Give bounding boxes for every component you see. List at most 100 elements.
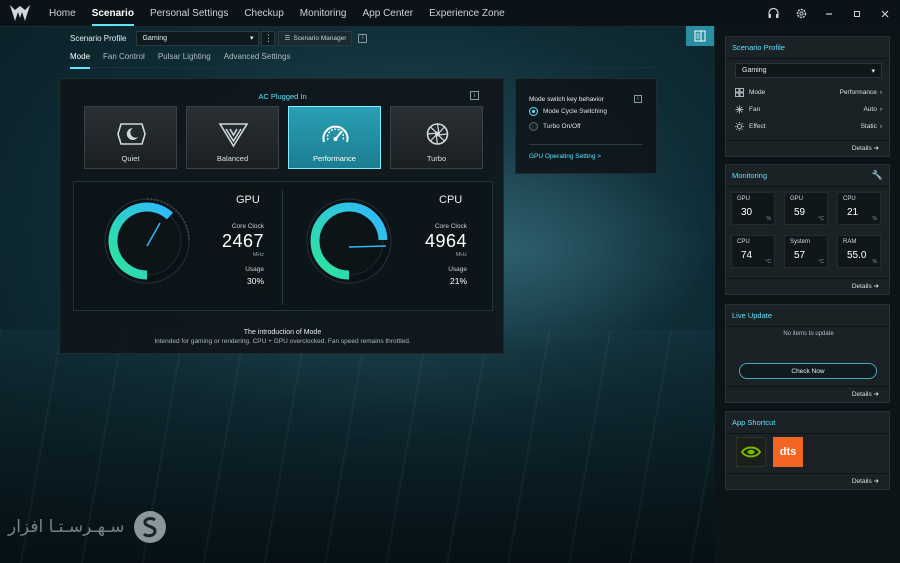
monitor-tile-gpu-usage: GPU 30 % <box>731 192 775 225</box>
nav-personal-settings[interactable]: Personal Settings <box>142 0 236 27</box>
info-icon[interactable]: i <box>358 33 368 43</box>
arrow-right-icon: ➜ <box>873 391 879 398</box>
nav-scenario[interactable]: Scenario <box>84 0 142 27</box>
radio-turbo-on-off[interactable]: Turbo On/Off <box>529 122 581 131</box>
tile-value: 74 <box>741 250 753 261</box>
nvidia-icon[interactable] <box>736 437 766 467</box>
mode-label: Balanced <box>216 154 249 163</box>
radio-label: Mode Cycle Switching <box>543 108 607 115</box>
tile-unit: °C <box>765 259 771 265</box>
arrow-right-icon: ➜ <box>873 145 879 152</box>
tile-unit: °C <box>818 259 824 265</box>
chevron-right-icon: › <box>879 88 882 96</box>
scenario-row-fan[interactable]: Fan Auto › <box>735 103 882 115</box>
info-icon[interactable]: i <box>470 91 479 100</box>
card-divider <box>726 278 889 279</box>
scenario-manager-button[interactable]: ☰ Scenario Manager <box>278 30 353 46</box>
mode-card-balanced[interactable]: Balanced <box>186 106 279 169</box>
gpu-clock-unit: MHz <box>252 252 264 258</box>
radio-mode-cycle-switching[interactable]: Mode Cycle Switching <box>529 107 607 116</box>
right-side-panel: Scenario Profile Gaming ▾ Mode Performan… <box>715 26 900 563</box>
watermark-logo-icon <box>133 511 166 543</box>
tab-fan-control[interactable]: Fan Control <box>103 52 145 68</box>
tile-unit: % <box>872 259 877 265</box>
cpu-clock-label: Core Clock <box>434 223 467 230</box>
list-icon: ☰ <box>284 35 291 42</box>
tab-mode[interactable]: Mode <box>70 52 91 69</box>
gear-icon[interactable] <box>794 7 808 21</box>
card-title: Live Update <box>732 311 773 320</box>
nav-app-center[interactable]: App Center <box>355 0 422 27</box>
monitor-tile-system-temp: System 57 °C <box>784 235 828 268</box>
panel-toggle-button[interactable] <box>686 26 714 46</box>
scenario-details-link[interactable]: Details ➜ <box>852 144 879 152</box>
chevron-down-icon: ▾ <box>249 35 254 42</box>
gauge-divider <box>282 190 283 305</box>
chevron-right-icon: › <box>879 105 882 113</box>
switch-key-title: Mode switch key behavior <box>529 96 604 103</box>
gpu-usage-label: Usage <box>245 266 264 273</box>
info-icon[interactable]: i <box>634 95 642 103</box>
more-options-icon[interactable]: ⋮ <box>261 30 276 46</box>
tile-unit: % <box>766 216 771 222</box>
mode-label: Turbo <box>426 154 447 163</box>
nav-home[interactable]: Home <box>41 0 84 27</box>
live-update-card: Live Update No items to update Check Now… <box>725 304 890 403</box>
tile-unit: °C <box>818 216 824 222</box>
scenario-profile-label: Scenario Profile <box>70 33 127 43</box>
fan-icon <box>735 105 744 113</box>
monitoring-card: Monitoring 🔧 GPU 30 % GPU 59 °C CPU 21 %… <box>725 164 890 295</box>
scenario-profile-value: Gaming <box>142 34 167 42</box>
row-value: Auto <box>863 105 877 113</box>
tile-label: GPU <box>737 196 751 202</box>
monitoring-details-link[interactable]: Details ➜ <box>852 282 879 290</box>
minimize-icon[interactable] <box>822 7 836 21</box>
card-title: Monitoring <box>732 171 768 180</box>
radio-label: Turbo On/Off <box>543 123 581 130</box>
maximize-icon[interactable] <box>850 7 864 21</box>
wrench-icon[interactable]: 🔧 <box>872 170 883 181</box>
mode-intro-text: Intended for gaming or rendering. CPU + … <box>154 338 411 345</box>
row-value: Static <box>860 122 877 130</box>
scenario-row-effect[interactable]: Effect Static › <box>735 120 882 132</box>
card-divider <box>726 186 889 187</box>
right-scenario-value: Gaming <box>742 67 767 74</box>
check-now-button[interactable]: Check Now <box>739 363 877 379</box>
nav-monitoring[interactable]: Monitoring <box>292 0 355 27</box>
nav-checkup[interactable]: Checkup <box>236 0 291 27</box>
cpu-clock-unit: MHz <box>455 252 467 258</box>
close-icon[interactable] <box>878 7 892 21</box>
no-updates-text: No items to update <box>783 331 834 337</box>
monitor-tile-ram-usage: RAM 55.0 % <box>837 235 881 268</box>
card-title: Scenario Profile <box>732 43 785 52</box>
mode-card-turbo[interactable]: Turbo <box>390 106 483 169</box>
scenario-row-mode[interactable]: Mode Performance › <box>735 86 882 98</box>
nav-experience-zone[interactable]: Experience Zone <box>421 0 513 27</box>
cpu-usage-value: 21% <box>449 276 467 286</box>
card-divider <box>726 433 889 434</box>
mode-intro-title: The introduction of Mode <box>243 329 322 336</box>
tab-pulsar-lighting[interactable]: Pulsar Lighting <box>158 52 211 68</box>
headset-icon[interactable] <box>766 7 780 21</box>
mode-panel: AC Plugged In i Quiet Balanced Performan… <box>59 78 504 354</box>
gauges-box: GPU Core Clock 2467 MHz Usage 30% CPU Co… <box>73 181 493 311</box>
scenario-profile-row: Scenario Profile Gaming ▾ ⋮ ☰ Scenario M… <box>70 30 368 46</box>
details-label: Details <box>851 478 872 485</box>
panel-toggle-icon <box>694 30 706 42</box>
nvidia-logo <box>740 446 762 458</box>
app-shortcut-details-link[interactable]: Details ➜ <box>852 477 879 485</box>
mode-card-quiet[interactable]: Quiet <box>84 106 177 169</box>
row-label: Fan <box>749 105 761 113</box>
cpu-gauge <box>306 198 392 284</box>
gpu-operating-setting-link[interactable]: GPU Operating Setting > <box>529 153 601 160</box>
scenario-profile-select[interactable]: Gaming ▾ <box>136 30 260 46</box>
tab-advanced-settings[interactable]: Advanced Settings <box>224 52 291 68</box>
live-update-details-link[interactable]: Details ➜ <box>852 390 879 398</box>
mode-card-performance[interactable]: Performance <box>288 106 381 169</box>
cpu-clock-value: 4964 <box>424 231 467 251</box>
monitor-tile-cpu-usage: CPU 21 % <box>837 192 881 225</box>
right-scenario-select[interactable]: Gaming ▾ <box>735 63 882 78</box>
dts-icon[interactable]: dts <box>773 437 803 467</box>
arrow-right-icon: ➜ <box>873 283 879 290</box>
card-divider <box>726 140 889 141</box>
